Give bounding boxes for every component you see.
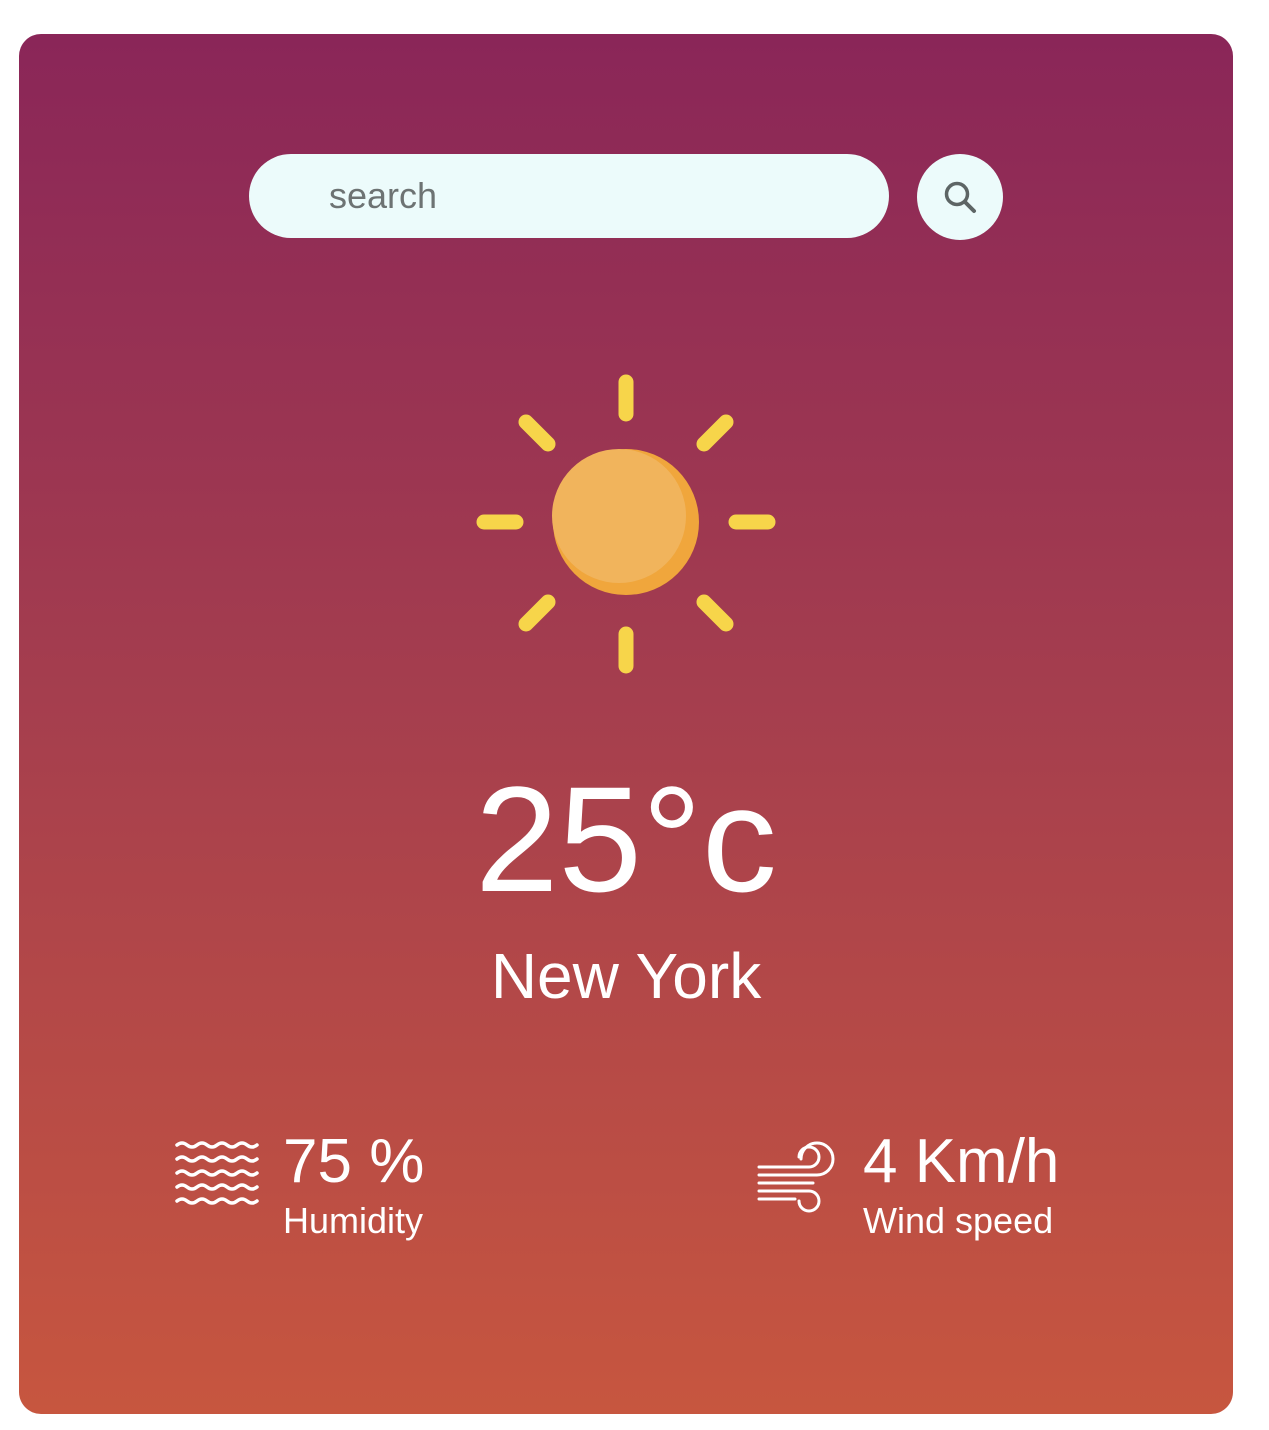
search-button[interactable] [917, 154, 1003, 240]
search-input[interactable] [249, 154, 889, 238]
search-icon [944, 181, 976, 213]
humidity-waves-icon [175, 1141, 259, 1205]
humidity-stat: 75 % Humidity [175, 1129, 424, 1239]
sun-icon [476, 374, 776, 674]
weather-card: 25°c New York 75 % Humidity [19, 34, 1233, 1414]
city-name: New York [490, 940, 762, 1012]
humidity-label: Humidity [283, 1200, 424, 1241]
wind-stat: 4 Km/h Wind speed [755, 1129, 1059, 1239]
wind-label: Wind speed [863, 1200, 1054, 1241]
wind-icon [757, 1141, 835, 1213]
humidity-value: 75 % [283, 1127, 425, 1196]
wind-value: 4 Km/h [863, 1127, 1060, 1196]
temperature: 25°c [475, 755, 777, 923]
